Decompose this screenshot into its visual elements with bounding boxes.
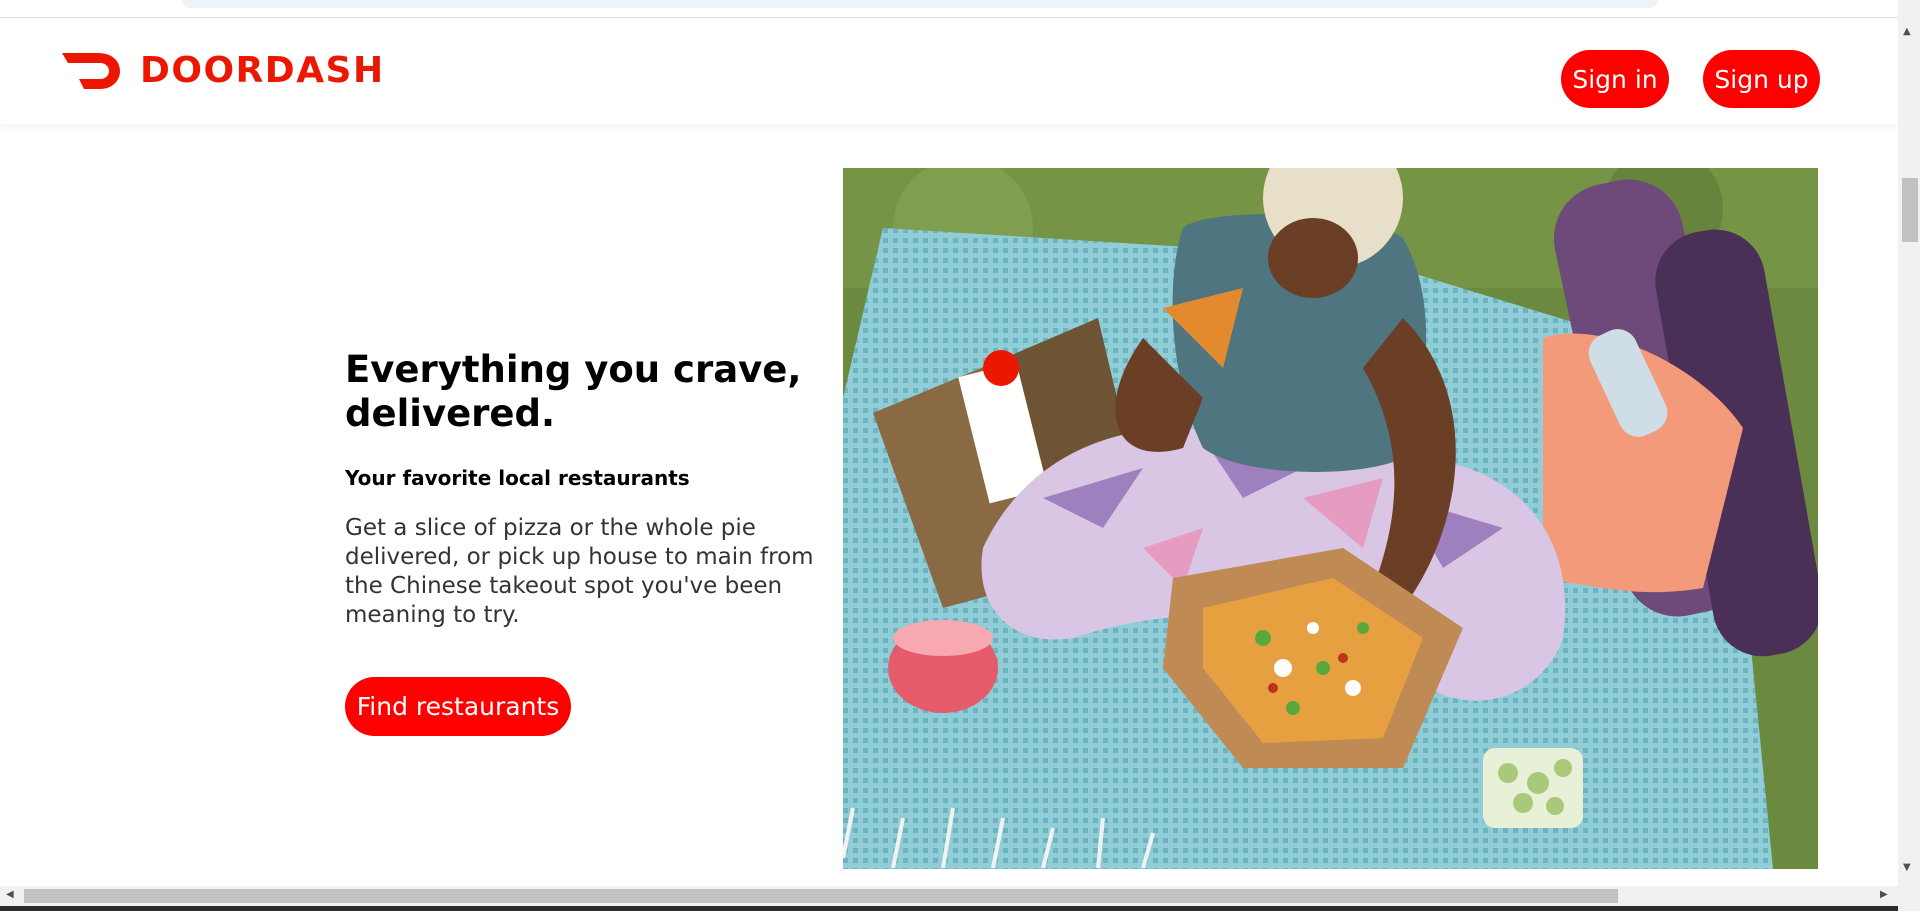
hero-image xyxy=(843,168,1818,869)
arrow-up-icon[interactable]: ▲ xyxy=(1903,26,1911,37)
picnic-photo-icon xyxy=(843,168,1818,869)
brand-name: DOORDASH xyxy=(140,50,385,91)
doordash-logo-icon xyxy=(62,53,120,89)
hero-subtitle: Your favorite local restaurants xyxy=(345,466,690,490)
arrow-right-icon[interactable]: ▶ xyxy=(1880,889,1888,900)
scrollbar-corner xyxy=(1898,886,1920,911)
hero-text-block: Everything you crave, delivered. Your fa… xyxy=(345,348,815,630)
sign-in-button[interactable]: Sign in xyxy=(1561,50,1669,108)
address-bar-edge xyxy=(182,0,1658,8)
browser-top-strip xyxy=(0,0,1898,18)
vertical-scroll-thumb[interactable] xyxy=(1902,178,1918,242)
find-restaurants-button[interactable]: Find restaurants xyxy=(345,677,571,736)
sign-up-button[interactable]: Sign up xyxy=(1703,50,1820,108)
site-header: DOORDASH Sign in Sign up xyxy=(0,18,1898,124)
horizontal-scrollbar[interactable]: ◀ ▶ xyxy=(0,886,1898,906)
horizontal-scroll-thumb[interactable] xyxy=(24,889,1618,903)
hero-title: Everything you crave, delivered. xyxy=(345,348,802,435)
arrow-left-icon[interactable]: ◀ xyxy=(6,889,14,900)
arrow-down-icon[interactable]: ▼ xyxy=(1903,862,1911,873)
taskbar-edge xyxy=(0,906,1898,911)
vertical-scrollbar[interactable]: ▲ ▼ xyxy=(1898,0,1920,911)
doordash-logo[interactable]: DOORDASH xyxy=(60,51,385,91)
hero-description: Get a slice of pizza or the whole pie de… xyxy=(345,515,814,628)
